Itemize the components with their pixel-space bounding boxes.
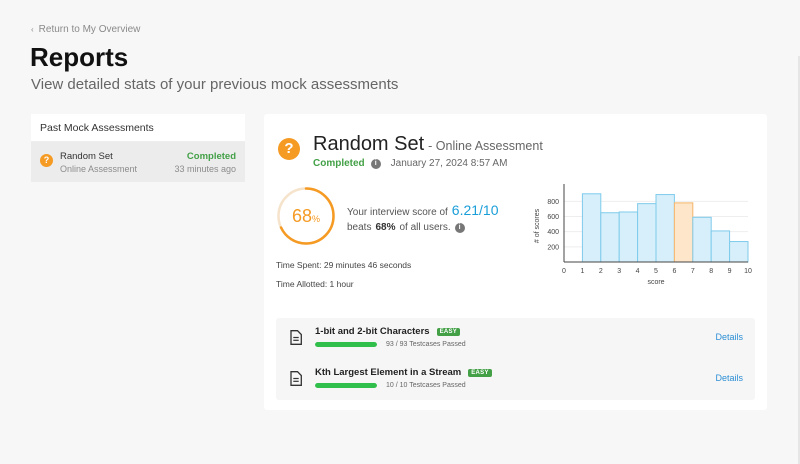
past-assessments-panel: Past Mock Assessments ? Random Set Onlin… bbox=[31, 114, 245, 182]
problem-row: Kth Largest Element in a Stream EASY 10 … bbox=[276, 359, 755, 400]
assessment-status: Completed bbox=[186, 151, 236, 162]
problem-row: 1-bit and 2-bit Characters EASY 93 / 93 … bbox=[276, 318, 755, 359]
x-tick-label: 5 bbox=[654, 268, 658, 275]
report-date: January 27, 2024 8:57 AM bbox=[390, 158, 508, 169]
problem-title: Kth Largest Element in a Stream EASY bbox=[315, 367, 492, 378]
testcase-progress-fill bbox=[315, 383, 377, 388]
problem-title-text[interactable]: Kth Largest Element in a Stream bbox=[315, 367, 461, 378]
x-tick-label: 10 bbox=[744, 268, 752, 275]
assessment-list-item[interactable]: ? Random Set Online Assessment Completed… bbox=[31, 142, 245, 182]
score-line: Your interview score of 6.21/10 bbox=[347, 202, 499, 218]
question-icon: ? bbox=[278, 138, 300, 160]
score-percent-sign: % bbox=[312, 213, 321, 224]
testcase-progress-bar bbox=[315, 383, 377, 388]
question-icon: ? bbox=[40, 154, 53, 167]
report-card: ? Random Set - Online Assessment Complete… bbox=[264, 114, 767, 410]
document-icon bbox=[290, 330, 302, 345]
x-tick-label: 4 bbox=[636, 268, 640, 275]
page-subtitle: View detailed stats of your previous moc… bbox=[31, 76, 399, 93]
score-value: 6.21/10 bbox=[451, 202, 499, 218]
assessment-name: Random Set bbox=[60, 151, 113, 162]
histogram-bar[interactable] bbox=[673, 202, 694, 263]
info-icon[interactable]: i bbox=[454, 222, 465, 233]
histogram-bar[interactable] bbox=[637, 203, 657, 263]
histogram-bar[interactable] bbox=[729, 241, 749, 263]
beats-suffix: of all users. bbox=[399, 222, 451, 233]
x-tick-label: 3 bbox=[617, 268, 621, 275]
beats-value: 68% bbox=[375, 222, 396, 233]
score-percent: 68% bbox=[276, 186, 336, 246]
testcases-passed: 93 / 93 Testcases Passed bbox=[386, 341, 466, 348]
return-link-label: Return to My Overview bbox=[38, 24, 141, 35]
histogram-bar[interactable] bbox=[618, 211, 639, 263]
difficulty-badge: EASY bbox=[436, 327, 461, 336]
x-tick-label: 2 bbox=[599, 268, 603, 275]
assessment-type: Online Assessment bbox=[60, 164, 138, 174]
difficulty-badge: EASY bbox=[468, 368, 492, 377]
testcase-progress-fill bbox=[315, 342, 377, 347]
assessment-time: 33 minutes ago bbox=[174, 164, 236, 174]
y-axis-label: # of scores bbox=[534, 208, 541, 243]
histogram-bar[interactable] bbox=[581, 193, 602, 263]
histogram-bar[interactable] bbox=[600, 212, 620, 263]
problem-list: 1-bit and 2-bit Characters EASY 93 / 93 … bbox=[276, 318, 755, 400]
report-type: - Online Assessment bbox=[428, 139, 543, 153]
x-tick-label: 7 bbox=[691, 268, 695, 275]
info-icon[interactable]: i bbox=[370, 158, 381, 169]
report-status: Completed bbox=[313, 158, 365, 169]
score-prefix: Your interview score of bbox=[347, 207, 448, 218]
y-tick-label: 400 bbox=[547, 229, 559, 236]
x-tick-label: 0 bbox=[562, 268, 566, 275]
histogram-bar[interactable] bbox=[710, 230, 731, 263]
testcases-passed: 10 / 10 Testcases Passed bbox=[386, 382, 466, 389]
x-axis-label: score bbox=[647, 279, 664, 286]
histogram-bar[interactable] bbox=[692, 216, 712, 263]
score-percent-value: 68 bbox=[291, 205, 312, 226]
x-tick-label: 9 bbox=[728, 268, 732, 275]
chevron-left-icon: ‹ bbox=[31, 25, 34, 34]
details-link[interactable]: Details bbox=[715, 373, 743, 383]
score-histogram: 200 400 600 800 0 1 2 3 4 5 6 7 8 9 10 score # of scores bbox=[534, 184, 752, 286]
x-tick-label: 6 bbox=[672, 268, 676, 275]
x-tick-label: 1 bbox=[580, 268, 584, 275]
y-tick-label: 200 bbox=[547, 244, 559, 251]
past-assessments-header: Past Mock Assessments bbox=[31, 114, 245, 142]
document-icon bbox=[290, 371, 302, 386]
y-tick-label: 800 bbox=[547, 199, 559, 206]
return-to-overview-link[interactable]: ‹ Return to My Overview bbox=[31, 24, 140, 35]
beats-prefix: beats bbox=[347, 222, 372, 233]
y-tick-label: 600 bbox=[547, 214, 559, 221]
time-allotted: Time Allotted: 1 hour bbox=[276, 279, 354, 289]
histogram-bar[interactable] bbox=[655, 194, 675, 263]
time-spent: Time Spent: 29 minutes 46 seconds bbox=[276, 260, 412, 270]
page-title: Reports bbox=[30, 42, 129, 72]
details-link[interactable]: Details bbox=[715, 332, 743, 342]
testcase-progress-bar bbox=[315, 342, 377, 347]
report-title-text: Random Set bbox=[313, 133, 425, 155]
problem-title: 1-bit and 2-bit Characters EASY bbox=[315, 326, 461, 337]
beats-line: beats 68% of all users. i bbox=[347, 222, 465, 233]
x-tick-label: 8 bbox=[709, 268, 713, 275]
problem-title-text[interactable]: 1-bit and 2-bit Characters bbox=[315, 326, 430, 337]
report-title: Random Set - Online Assessment bbox=[313, 133, 543, 156]
report-status-row: Completed i January 27, 2024 8:57 AM bbox=[313, 158, 507, 169]
